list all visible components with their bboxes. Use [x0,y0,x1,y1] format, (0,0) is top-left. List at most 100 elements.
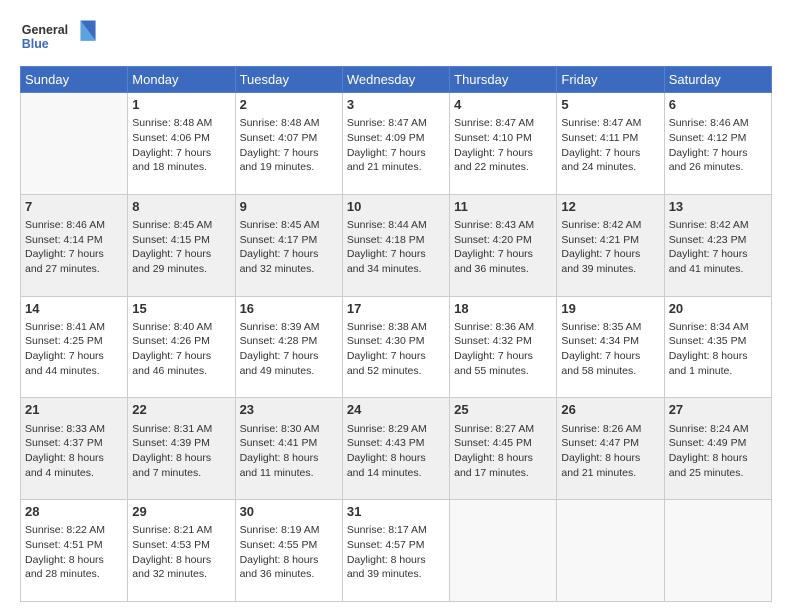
day-info-line: Daylight: 7 hours [347,146,445,161]
calendar-cell: 3Sunrise: 8:47 AMSunset: 4:09 PMDaylight… [342,93,449,195]
day-info-line: Daylight: 7 hours [454,247,552,262]
day-info-line: and 36 minutes. [454,262,552,277]
calendar-cell: 6Sunrise: 8:46 AMSunset: 4:12 PMDaylight… [664,93,771,195]
day-info-line: and 58 minutes. [561,364,659,379]
day-info-line: Sunrise: 8:43 AM [454,218,552,233]
day-info-line: Sunrise: 8:48 AM [240,116,338,131]
day-info-line: Daylight: 7 hours [561,349,659,364]
day-info-line: Sunset: 4:15 PM [132,233,230,248]
calendar-cell: 22Sunrise: 8:31 AMSunset: 4:39 PMDayligh… [128,398,235,500]
day-info-line: Sunrise: 8:42 AM [561,218,659,233]
day-info-line: Sunset: 4:17 PM [240,233,338,248]
day-number: 18 [454,300,552,318]
day-info-line: Daylight: 8 hours [132,553,230,568]
day-info-line: Sunrise: 8:47 AM [347,116,445,131]
day-info-line: Sunrise: 8:35 AM [561,320,659,335]
day-info-line: Daylight: 7 hours [25,349,123,364]
day-info-line: Sunrise: 8:46 AM [669,116,767,131]
day-info-line: Sunrise: 8:26 AM [561,422,659,437]
day-info-line: Sunset: 4:07 PM [240,131,338,146]
calendar-cell: 4Sunrise: 8:47 AMSunset: 4:10 PMDaylight… [450,93,557,195]
calendar-cell: 15Sunrise: 8:40 AMSunset: 4:26 PMDayligh… [128,296,235,398]
day-info-line: and 1 minute. [669,364,767,379]
day-info-line: and 24 minutes. [561,160,659,175]
day-info-line: Daylight: 8 hours [25,451,123,466]
day-info-line: Sunset: 4:32 PM [454,334,552,349]
day-info-line: Sunset: 4:09 PM [347,131,445,146]
day-number: 1 [132,96,230,114]
day-info-line: Daylight: 8 hours [454,451,552,466]
day-info-line: Daylight: 7 hours [669,247,767,262]
day-info-line: and 32 minutes. [132,567,230,582]
day-number: 27 [669,401,767,419]
day-info-line: Sunset: 4:28 PM [240,334,338,349]
calendar-cell: 7Sunrise: 8:46 AMSunset: 4:14 PMDaylight… [21,194,128,296]
day-info-line: Sunset: 4:43 PM [347,436,445,451]
day-info-line: Sunset: 4:10 PM [454,131,552,146]
calendar-cell: 2Sunrise: 8:48 AMSunset: 4:07 PMDaylight… [235,93,342,195]
header: General Blue [20,16,772,56]
day-info-line: Sunrise: 8:21 AM [132,523,230,538]
day-info-line: Daylight: 7 hours [240,349,338,364]
calendar-cell: 14Sunrise: 8:41 AMSunset: 4:25 PMDayligh… [21,296,128,398]
day-info-line: Sunrise: 8:45 AM [132,218,230,233]
day-info-line: Sunset: 4:35 PM [669,334,767,349]
day-info-line: Sunset: 4:49 PM [669,436,767,451]
day-info-line: Sunset: 4:34 PM [561,334,659,349]
day-info-line: and 25 minutes. [669,466,767,481]
day-info-line: Sunset: 4:55 PM [240,538,338,553]
day-info-line: Sunset: 4:06 PM [132,131,230,146]
day-info-line: Sunrise: 8:38 AM [347,320,445,335]
day-info-line: Daylight: 7 hours [454,349,552,364]
calendar-cell: 25Sunrise: 8:27 AMSunset: 4:45 PMDayligh… [450,398,557,500]
day-number: 13 [669,198,767,216]
day-info-line: Sunset: 4:25 PM [25,334,123,349]
day-info-line: Sunrise: 8:44 AM [347,218,445,233]
day-info-line: Daylight: 7 hours [132,247,230,262]
calendar-cell: 19 Sunrise: 8:35 AMSunset: 4:34 PMDayligh… [557,296,664,398]
day-number: 2 [240,96,338,114]
day-info-line: Sunrise: 8:40 AM [132,320,230,335]
day-number: 12 [561,198,659,216]
calendar-cell: 10Sunrise: 8:44 AMSunset: 4:18 PMDayligh… [342,194,449,296]
svg-text:Blue: Blue [22,37,49,51]
day-info-line: and 55 minutes. [454,364,552,379]
day-info-line: Sunset: 4:30 PM [347,334,445,349]
day-info-line: and 27 minutes. [25,262,123,277]
day-number: 17 [347,300,445,318]
calendar-cell: 12Sunrise: 8:42 AMSunset: 4:21 PMDayligh… [557,194,664,296]
day-info-line: and 39 minutes. [347,567,445,582]
day-info-line: Sunset: 4:51 PM [25,538,123,553]
logo-svg: General Blue [20,16,100,56]
day-number: 20 [669,300,767,318]
day-info-line: Daylight: 8 hours [669,349,767,364]
day-number: 29 [132,503,230,521]
day-info-line: Daylight: 7 hours [347,349,445,364]
day-info-line: Sunrise: 8:33 AM [25,422,123,437]
day-info-line: Daylight: 8 hours [347,451,445,466]
calendar-table: SundayMondayTuesdayWednesdayThursdayFrid… [20,66,772,602]
day-info-line: Sunrise: 8:36 AM [454,320,552,335]
day-info-line: and 22 minutes. [454,160,552,175]
calendar-cell: 20Sunrise: 8:34 AMSunset: 4:35 PMDayligh… [664,296,771,398]
day-number: 23 [240,401,338,419]
day-number: 11 [454,198,552,216]
day-info-line: Sunrise: 8:27 AM [454,422,552,437]
day-number: 22 [132,401,230,419]
calendar-cell: 27Sunrise: 8:24 AMSunset: 4:49 PMDayligh… [664,398,771,500]
day-info-line: Daylight: 8 hours [669,451,767,466]
day-number: 21 [25,401,123,419]
day-info-line: and 49 minutes. [240,364,338,379]
weekday-sunday: Sunday [21,67,128,93]
calendar-cell: 21Sunrise: 8:33 AMSunset: 4:37 PMDayligh… [21,398,128,500]
day-info-line: Sunrise: 8:41 AM [25,320,123,335]
day-info-line: and 4 minutes. [25,466,123,481]
weekday-tuesday: Tuesday [235,67,342,93]
day-info-line: and 14 minutes. [347,466,445,481]
calendar-cell: 23Sunrise: 8:30 AMSunset: 4:41 PMDayligh… [235,398,342,500]
day-info-line: Sunrise: 8:46 AM [25,218,123,233]
day-info-line: Sunrise: 8:22 AM [25,523,123,538]
day-number: 19 [561,300,659,318]
calendar-cell: 28Sunrise: 8:22 AMSunset: 4:51 PMDayligh… [21,500,128,602]
calendar-cell: 18 Sunrise: 8:36 AMSunset: 4:32 PMDayligh… [450,296,557,398]
